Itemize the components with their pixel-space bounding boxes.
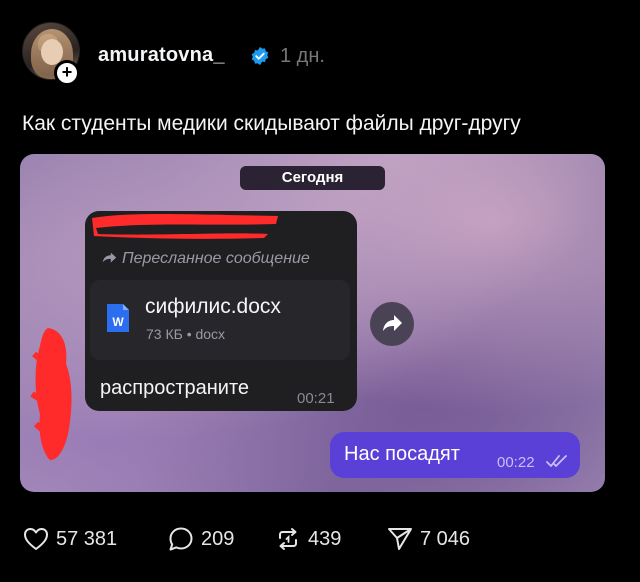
share-button[interactable]: 7 046 bbox=[386, 524, 470, 554]
date-label: Сегодня bbox=[240, 166, 385, 190]
double-check-icon bbox=[546, 455, 567, 467]
paper-plane-icon bbox=[388, 528, 412, 550]
share-count: 7 046 bbox=[420, 527, 471, 550]
word-icon-letter: W bbox=[112, 315, 124, 329]
post-header: + amuratovna_ 1 дн. bbox=[22, 22, 622, 86]
share-arrow-icon bbox=[383, 315, 402, 331]
like-button[interactable]: 57 381 bbox=[22, 524, 117, 554]
forward-share-button[interactable] bbox=[370, 302, 414, 346]
comment-count: 209 bbox=[201, 527, 235, 550]
follow-plus-button[interactable]: + bbox=[54, 60, 80, 86]
repost-button[interactable]: 439 bbox=[274, 524, 341, 554]
forwarded-label-text: Пересланное сообщение bbox=[122, 250, 310, 267]
post-time: 1 дн. bbox=[280, 45, 325, 67]
forwarded-label: Пересланное сообщение bbox=[100, 250, 310, 268]
incoming-message-time: 00:21 bbox=[297, 390, 335, 407]
post-image[interactable]: Сегодня Пересланное сообщение W сифилис.… bbox=[20, 154, 605, 492]
comment-button[interactable]: 209 bbox=[167, 524, 234, 554]
redaction-scribble-left bbox=[30, 328, 72, 460]
outgoing-message-text: Нас посадят bbox=[344, 443, 460, 465]
heart-icon bbox=[24, 528, 48, 550]
post-caption: Как студенты медики скидывают файлы друг… bbox=[22, 112, 521, 135]
word-document-icon: W bbox=[107, 304, 129, 332]
incoming-message-text: распространите bbox=[100, 377, 250, 399]
outgoing-message-time: 00:22 bbox=[497, 454, 535, 471]
repost-count: 439 bbox=[308, 527, 342, 550]
verified-badge-icon bbox=[251, 46, 269, 66]
file-name: сифилис.docx bbox=[145, 295, 281, 318]
comment-bubble-icon bbox=[169, 527, 193, 551]
post-actions: 57 381 209 439 7 046 bbox=[22, 524, 622, 554]
like-count: 57 381 bbox=[56, 527, 118, 550]
file-meta: 73 КБ • docx bbox=[146, 326, 226, 342]
repost-icon bbox=[279, 528, 297, 550]
username[interactable]: amuratovna_ bbox=[98, 44, 225, 67]
redaction-scribble-top bbox=[92, 214, 278, 239]
